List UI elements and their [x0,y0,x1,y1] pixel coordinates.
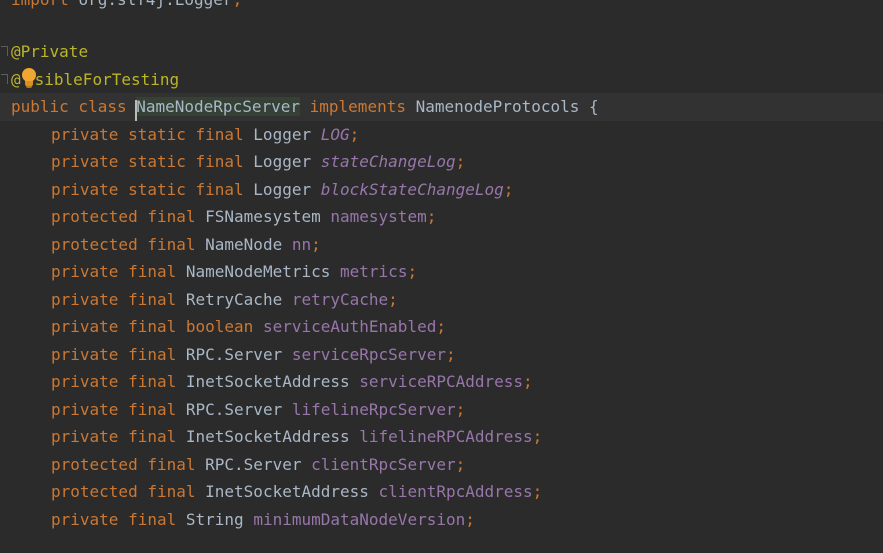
code-line-field[interactable]: protected final NameNode nn; [0,231,883,259]
code-line-field[interactable]: private final InetSocketAddress serviceR… [0,368,883,396]
semicolon: ; [426,207,437,226]
code-line-field[interactable]: private final NameNodeMetrics metrics; [0,258,883,286]
field-modifiers: private static final [51,152,244,171]
code-line-field[interactable]: private static final Logger blockStateCh… [0,176,883,204]
field-type[interactable]: Logger [253,125,311,144]
field-modifiers: private static final [51,124,244,144]
code-editor[interactable]: import org.slf4j.Logger; @Private @sible… [0,0,883,553]
text-caret [135,100,138,121]
code-line-annotation-private[interactable]: @Private [0,38,883,66]
field-type[interactable]: RPC.Server [186,400,282,419]
semicolon: ; [311,234,321,254]
field-name[interactable]: namesystem [330,207,426,226]
code-line-field[interactable]: private static final Logger stateChangeL… [0,148,883,176]
field-modifiers: private final [51,509,177,529]
field-type[interactable]: InetSocketAddress [186,427,350,446]
code-line-annotation-visiblefortesting[interactable]: @ sibleForTesting [0,66,883,94]
field-modifiers: private final [51,262,177,281]
field-modifiers: private static final [51,179,244,199]
import-path: org.slf4j.Logger [78,0,232,9]
field-modifiers: private final [51,289,177,309]
semicolon: ; [233,0,243,9]
semicolon: ; [455,454,466,474]
field-type[interactable]: NameNodeMetrics [186,262,331,281]
field-name[interactable]: metrics [340,262,407,281]
field-modifiers: protected final [51,482,196,501]
field-modifiers: private final [51,427,177,446]
interface-name[interactable]: NamenodeProtocols [416,97,580,116]
code-line-field[interactable]: private final boolean serviceAuthEnabled… [0,313,883,341]
semicolon: ; [503,179,514,199]
code-line-field[interactable]: protected final FSNamesystem namesystem; [0,203,883,231]
semicolon: ; [445,344,456,364]
class-modifiers: public class [11,97,127,116]
field-name[interactable]: minimumDataNodeVersion [253,510,465,529]
field-name[interactable]: LOG [321,125,350,144]
field-type[interactable]: RPC.Server [186,345,282,364]
code-line-field[interactable]: private static final Logger LOG; [0,121,883,149]
field-name[interactable]: retryCache [292,290,388,309]
field-modifiers: protected final [51,234,196,254]
class-name[interactable]: NameNodeRpcServer [135,97,300,121]
field-type[interactable]: RetryCache [186,290,282,309]
field-name[interactable]: serviceRPCAddress [359,372,523,391]
semicolon: ; [532,482,543,501]
semicolon: ; [523,372,533,391]
field-name[interactable]: lifelineRPCAddress [359,427,532,446]
field-name[interactable]: nn [292,235,311,254]
code-line-field[interactable]: private final InetSocketAddress lifeline… [0,423,883,451]
code-line-class-declaration[interactable]: public class NameNodeRpcServer implement… [0,93,883,121]
field-name[interactable]: clientRpcAddress [379,482,533,501]
code-line-field[interactable]: private final RetryCache retryCache; [0,286,883,314]
field-modifiers: private final [51,344,177,364]
field-modifiers: private final boolean [51,317,254,336]
code-line-field[interactable]: protected final RPC.Server clientRpcServ… [0,451,883,479]
field-type[interactable]: Logger [253,152,311,171]
field-type[interactable]: String [186,510,244,529]
annotation-name: Private [20,42,89,61]
code-line-field[interactable]: protected final InetSocketAddress client… [0,478,883,506]
code-line-field[interactable]: private final RPC.Server serviceRpcServe… [0,341,883,369]
semicolon: ; [465,509,475,529]
annotation-at: @ [11,42,21,61]
field-type[interactable]: RPC.Server [205,455,301,474]
lightbulb-icon[interactable] [19,67,37,89]
semicolon: ; [407,262,418,281]
semicolon: ; [436,317,446,336]
implements-keyword: implements [309,97,406,116]
keyword: import [11,0,69,9]
field-name[interactable]: blockStateChangeLog [321,180,504,199]
field-name[interactable]: stateChangeLog [321,152,456,171]
field-modifiers: protected final [51,454,196,474]
field-modifiers: private final [51,399,177,419]
field-name[interactable]: serviceRpcServer [292,345,446,364]
code-line-import[interactable]: import org.slf4j.Logger; [0,0,883,14]
field-name[interactable]: lifelineRpcServer [292,400,456,419]
semicolon: ; [455,399,466,419]
field-type[interactable]: Logger [253,180,311,199]
field-type[interactable]: NameNode [205,235,282,254]
field-type[interactable]: InetSocketAddress [186,372,350,391]
field-type[interactable]: InetSocketAddress [205,482,369,501]
semicolon: ; [349,124,360,144]
field-modifiers: private final [51,372,177,391]
field-name[interactable]: serviceAuthEnabled [263,317,436,336]
code-line-field[interactable]: private final RPC.Server lifelineRpcServ… [0,396,883,424]
open-brace: { [589,97,599,116]
field-modifiers: protected final [51,207,196,226]
semicolon: ; [455,152,466,171]
semicolon: ; [388,289,398,309]
annotation-name: sibleForTesting [34,69,180,89]
code-line-field[interactable]: private final String minimumDataNodeVers… [0,506,883,534]
field-type[interactable]: FSNamesystem [205,207,321,226]
semicolon: ; [532,427,543,446]
field-name[interactable]: clientRpcServer [311,455,456,474]
